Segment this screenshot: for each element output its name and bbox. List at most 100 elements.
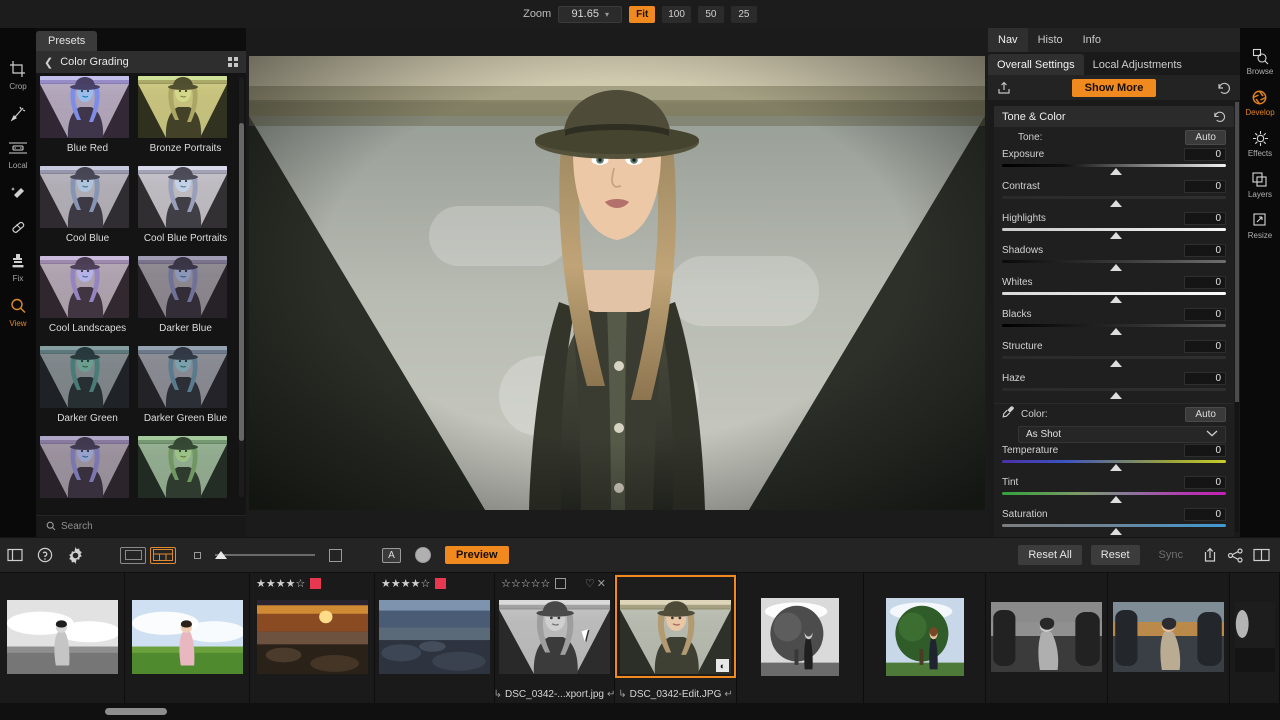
zoom-25-button[interactable]: 25 — [731, 6, 757, 23]
slider-row[interactable]: Haze 0 — [994, 371, 1234, 403]
star-rating[interactable]: ★★★★☆ — [256, 577, 305, 590]
filmstrip-thumb-wrap[interactable] — [986, 590, 1107, 684]
slider-track-wrap[interactable] — [1002, 387, 1226, 403]
preset-thumbnail[interactable] — [138, 256, 227, 318]
auto-button[interactable]: Auto — [1185, 407, 1226, 422]
filmstrip-thumb-wrap[interactable] — [125, 590, 249, 684]
slider-value[interactable]: 0 — [1184, 180, 1226, 193]
preset-thumbnail[interactable] — [40, 256, 129, 318]
slider-track-wrap[interactable] — [1002, 355, 1226, 371]
preset-thumbnail[interactable] — [138, 166, 227, 228]
soft-proof-circle-button[interactable] — [415, 547, 431, 563]
slider-knob[interactable] — [1110, 232, 1122, 239]
filmstrip-thumbnail[interactable] — [991, 602, 1102, 672]
slider-row[interactable]: Shadows 0 — [994, 243, 1234, 275]
slider-track-wrap[interactable] — [1002, 195, 1226, 211]
star-rating[interactable]: ☆☆☆☆☆ — [501, 577, 550, 590]
show-more-button[interactable]: Show More — [1072, 79, 1157, 97]
undo-icon[interactable] — [1217, 81, 1231, 95]
slider-row[interactable]: Temperature 0 — [994, 443, 1234, 475]
filmstrip-item[interactable] — [864, 573, 986, 704]
slider-knob[interactable] — [1110, 528, 1122, 535]
module-layers[interactable]: Layers — [1248, 169, 1272, 199]
filmstrip-thumbnail[interactable] — [1235, 602, 1275, 672]
filmstrip-thumb-wrap[interactable] — [250, 590, 374, 684]
filmstrip-thumbnail[interactable] — [7, 600, 118, 674]
slider-row[interactable]: Saturation 0 — [994, 507, 1234, 539]
module-resize[interactable]: Resize — [1248, 210, 1272, 240]
filmstrip-scrollbar[interactable] — [0, 703, 1280, 720]
share-node-icon[interactable] — [1227, 548, 1244, 563]
white-balance-select[interactable]: As Shot — [1018, 426, 1226, 443]
eyedropper-icon[interactable] — [1002, 405, 1015, 423]
color-label-badge[interactable] — [435, 578, 446, 589]
filmstrip-thumbnail[interactable] — [886, 598, 964, 676]
filmstrip-thumb-wrap[interactable] — [737, 590, 863, 684]
slider-value[interactable]: 0 — [1184, 476, 1226, 489]
slider-knob[interactable] — [1110, 392, 1122, 399]
preset-item[interactable] — [138, 436, 233, 512]
filmstrip-thumbnail[interactable] — [132, 600, 243, 674]
slider-knob[interactable] — [1110, 168, 1122, 175]
presets-scroll-area[interactable]: Blue Red Bronze Portraits — [36, 73, 246, 515]
reset-button[interactable]: Reset — [1091, 545, 1140, 565]
preset-item[interactable]: Cool Blue — [40, 166, 135, 253]
toggle-panel-icon[interactable] — [7, 548, 23, 562]
color-label-empty[interactable] — [555, 578, 566, 589]
split-panel-icon[interactable] — [1253, 548, 1270, 562]
slider-track-wrap[interactable] — [1002, 163, 1226, 179]
zoom-50-button[interactable]: 50 — [698, 6, 724, 23]
preset-item[interactable]: Cool Landscapes — [40, 256, 135, 343]
slider-track-wrap[interactable] — [1002, 323, 1226, 339]
filmstrip-thumb-wrap[interactable] — [1108, 590, 1229, 684]
presets-scrollbar-thumb[interactable] — [239, 123, 244, 441]
slider-knob[interactable] — [1110, 200, 1122, 207]
zoom-fit-button[interactable]: Fit — [629, 6, 655, 23]
image-canvas-area[interactable] — [246, 28, 988, 537]
filmstrip-thumbnail[interactable] — [761, 598, 839, 676]
tool-local[interactable]: Local — [0, 137, 36, 170]
slider-value[interactable]: 0 — [1184, 244, 1226, 257]
a-button[interactable]: A — [382, 548, 401, 563]
presets-scrollbar[interactable] — [239, 77, 244, 497]
color-label-badge[interactable] — [310, 578, 321, 589]
filmstrip-thumb-wrap[interactable] — [495, 590, 614, 684]
slider-track-wrap[interactable] — [1002, 459, 1226, 475]
slider-knob[interactable] — [1110, 328, 1122, 335]
filmstrip-thumbnail[interactable] — [379, 600, 490, 674]
slider-track-wrap[interactable] — [1002, 259, 1226, 275]
filmstrip-thumb-wrap[interactable] — [375, 590, 494, 684]
filmstrip-item[interactable] — [0, 573, 125, 704]
export-icon[interactable] — [1202, 547, 1218, 563]
slider-knob[interactable] — [1110, 360, 1122, 367]
slider-row[interactable]: Highlights 0 — [994, 211, 1234, 243]
filmstrip-view-button[interactable] — [150, 547, 176, 564]
zoom-value-select[interactable]: 91.65 ▾ — [558, 6, 622, 23]
tool-crop[interactable]: Crop — [0, 58, 36, 91]
help-icon[interactable] — [37, 547, 53, 563]
slider-value[interactable]: 0 — [1184, 308, 1226, 321]
preset-thumbnail[interactable] — [40, 436, 129, 498]
slider-track-wrap[interactable] — [1002, 291, 1226, 307]
save-preset-icon[interactable] — [997, 81, 1011, 95]
size-slider-knob[interactable] — [215, 551, 227, 559]
module-develop[interactable]: Develop — [1245, 87, 1274, 117]
slider-knob[interactable] — [1110, 496, 1122, 503]
preset-thumbnail[interactable] — [138, 436, 227, 498]
slider-row[interactable]: Blacks 0 — [994, 307, 1234, 339]
filmstrip-thumb-wrap[interactable]: ◐ — [615, 590, 736, 684]
preset-item[interactable]: Darker Blue — [138, 256, 233, 343]
filmstrip-item[interactable] — [125, 573, 250, 704]
slider-knob[interactable] — [1110, 464, 1122, 471]
auto-button[interactable]: Auto — [1185, 130, 1226, 145]
tab-info[interactable]: Info — [1073, 28, 1111, 52]
preset-item[interactable]: Blue Red — [40, 76, 135, 163]
filmstrip-item[interactable]: ★★★★☆ — [375, 573, 495, 704]
panel-scrollbar[interactable] — [1235, 102, 1239, 532]
tab-histo[interactable]: Histo — [1028, 28, 1073, 52]
star-rating[interactable]: ★★★★☆ — [381, 577, 430, 590]
slider-row[interactable]: Whites 0 — [994, 275, 1234, 307]
tool-fix[interactable]: Fix — [0, 250, 36, 283]
filmstrip-item[interactable] — [986, 573, 1108, 704]
slider-value[interactable]: 0 — [1184, 444, 1226, 457]
